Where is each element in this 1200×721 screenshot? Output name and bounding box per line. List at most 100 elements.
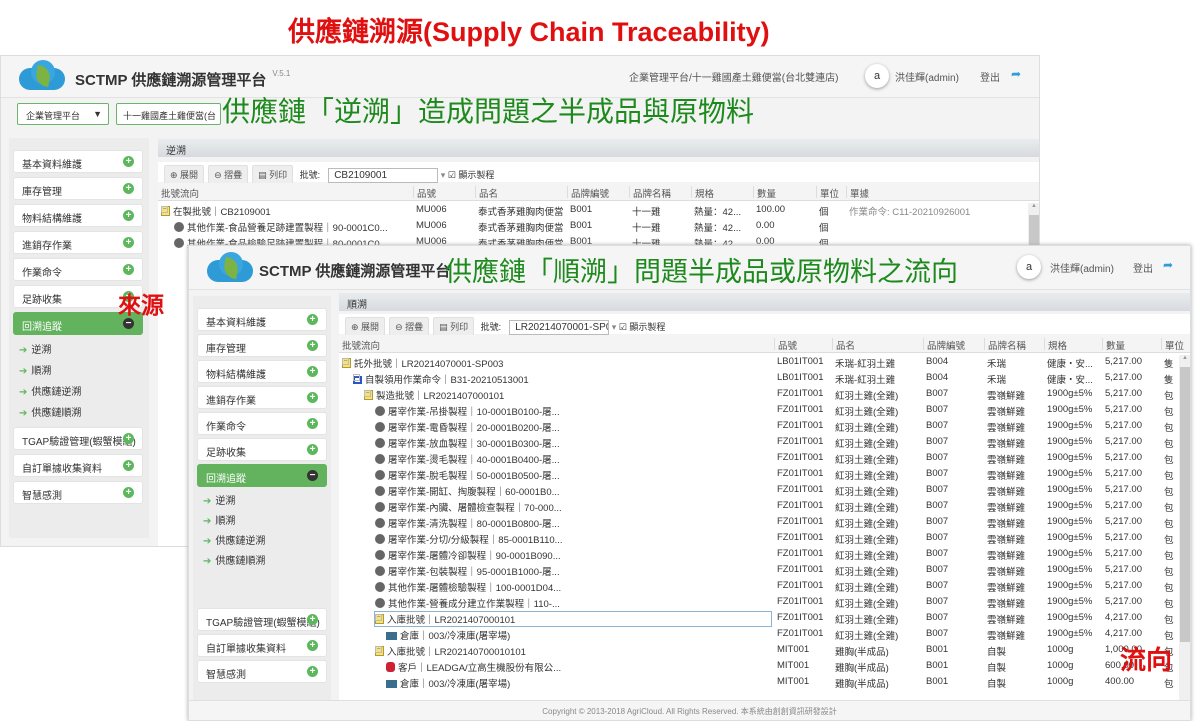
column-header[interactable]: 數量 <box>753 186 776 200</box>
sidebar-subitem[interactable]: ➔ 逆溯 <box>203 492 235 507</box>
scroll-up-icon[interactable]: ▲ <box>1028 203 1039 209</box>
table-row[interactable]: 屠宰作業-吊掛製程｜10-0001B0100-屠... FZ01IT001 紅羽土雞… <box>339 402 1178 418</box>
sidebar-item[interactable]: 自訂單據收集資料 + <box>13 454 143 477</box>
column-header[interactable]: 品牌編號 <box>567 186 609 200</box>
collapse-button[interactable]: ⊖ 摺疊 <box>208 165 249 184</box>
column-header[interactable]: 規格 <box>691 186 714 200</box>
table-row[interactable]: − 託外批號｜LR20214070001-SP003 LB01IT001 禾瑞-紅羽土… <box>339 354 1178 370</box>
column-header[interactable]: 品號 <box>413 186 436 200</box>
column-header[interactable]: 品牌名稱 <box>629 186 671 200</box>
logout-link[interactable]: 登出 <box>1133 260 1153 275</box>
sidebar-subitem[interactable]: ➔ 供應鏈逆溯 <box>203 532 265 547</box>
tree-node[interactable]: 其他作業-屠體檢驗製程｜100-0001D04... <box>375 580 771 594</box>
sidebar-subitem[interactable]: ➔ 順溯 <box>203 512 235 527</box>
sidebar-item[interactable]: 庫存管理 + <box>13 177 143 200</box>
tree-node[interactable]: − 入庫批號｜LR202140700010101 <box>375 644 771 658</box>
sidebar-item[interactable]: 智慧感測 + <box>197 660 327 683</box>
table-row[interactable]: 倉庫｜003/冷凍庫(屠宰場) MIT001 雞胸(半成品) B001 自製 1000g 4… <box>339 674 1178 690</box>
expand-button[interactable]: ⊕ 展開 <box>345 317 386 336</box>
tree-node[interactable]: 屠宰作業-分切/分級製程｜85-0001B110... <box>375 532 771 546</box>
print-button[interactable]: ▤ 列印 <box>433 317 475 336</box>
table-row[interactable]: 屠宰作業-放血製程｜30-0001B0300-屠... FZ01IT001 紅羽土雞… <box>339 434 1178 450</box>
collapse-toggle-icon[interactable]: − <box>375 646 382 653</box>
tree-node[interactable]: − 製造批號｜LR2021407000101 <box>364 388 771 402</box>
column-header[interactable]: 品號 <box>774 338 797 352</box>
sidebar-item[interactable]: 足跡收集 + <box>197 438 327 461</box>
column-header[interactable]: 規格 <box>1044 338 1067 352</box>
column-header[interactable]: 品牌名稱 <box>984 338 1026 352</box>
table-row[interactable]: − 在製批號｜CB2109001 MU006 泰式香茅雞胸肉便當 B001 十一雞 熱量：4… <box>158 202 1027 218</box>
vertical-scrollbar[interactable]: ▲ <box>1179 355 1190 700</box>
table-row[interactable]: 倉庫｜003/冷凍庫(屠宰場) FZ01IT001 紅羽土雞(全雞) B007 雲嶺鮮雞… <box>339 626 1178 642</box>
table-row[interactable]: 屠宰作業-燙毛製程｜40-0001B0400-屠... FZ01IT001 紅羽土雞… <box>339 450 1178 466</box>
sidebar-subitem[interactable]: ➔ 供應鏈順溯 <box>203 552 265 567</box>
table-row[interactable]: 其他作業-食品營養足跡建置製程｜90-0001C0... MU006 泰式香茅雞胸肉… <box>158 218 1027 234</box>
sidebar-item[interactable]: 智慧感測 + <box>13 481 143 504</box>
tree-node[interactable]: 屠宰作業-放血製程｜30-0001B0300-屠... <box>375 436 771 450</box>
table-row[interactable]: 屠宰作業-開缸、掏腹製程｜60-0001B0... FZ01IT001 紅羽土雞(全… <box>339 482 1178 498</box>
sidebar-item[interactable]: 自訂單據收集資料 + <box>197 634 327 657</box>
table-row[interactable]: 屠宰作業-脫毛製程｜50-0001B0500-屠... FZ01IT001 紅羽土雞… <box>339 466 1178 482</box>
column-header[interactable]: 品牌編號 <box>923 338 965 352</box>
logout-link[interactable]: 登出 <box>980 69 1000 84</box>
sidebar-subitem[interactable]: ➔ 供應鏈逆溯 <box>19 383 81 398</box>
avatar[interactable]: a <box>1017 255 1041 279</box>
table-row[interactable]: − 入庫批號｜LR2021407000101 FZ01IT001 紅羽土雞(全雞) B0… <box>339 610 1178 627</box>
tree-node[interactable]: 屠宰作業-脫毛製程｜50-0001B0500-屠... <box>375 468 771 482</box>
sidebar-item[interactable]: TGAP驗證管理(蝦蟹模組) + <box>197 608 327 631</box>
collapse-button[interactable]: ⊖ 摺疊 <box>389 317 430 336</box>
tree-node[interactable]: 屠宰作業-燙毛製程｜40-0001B0400-屠... <box>375 452 771 466</box>
tree-node[interactable]: 其他作業-營養成分建立作業製程｜110-... <box>375 596 771 610</box>
sidebar-item[interactable]: 作業命令 + <box>197 412 327 435</box>
tree-node[interactable]: 屠宰作業-吊掛製程｜10-0001B0100-屠... <box>375 404 771 418</box>
column-header[interactable]: 數量 <box>1102 338 1125 352</box>
collapse-toggle-icon[interactable]: − <box>161 206 168 213</box>
table-row[interactable]: 其他作業-營養成分建立作業製程｜110-... FZ01IT001 紅羽土雞(全雞)… <box>339 594 1178 610</box>
scroll-up-icon[interactable]: ▲ <box>1179 355 1190 361</box>
table-row[interactable]: − 製造批號｜LR2021407000101 FZ01IT001 紅羽土雞(全雞) B0… <box>339 386 1178 402</box>
table-row[interactable]: 屠宰作業-清洗製程｜80-0001B0800-屠... FZ01IT001 紅羽土雞… <box>339 514 1178 530</box>
column-header[interactable]: 品名 <box>832 338 855 352</box>
logout-arrow-icon[interactable]: ➦ <box>1163 258 1173 272</box>
table-row[interactable]: − 自製領用作業命令｜B31-20210513001 LB01IT001 禾瑞-紅羽土… <box>339 370 1178 386</box>
sidebar-item[interactable]: 物料結構維護 + <box>13 204 143 227</box>
tree-node[interactable]: 屠宰作業-屠體冷卻製程｜90-0001B090... <box>375 548 771 562</box>
tree-node[interactable]: 其他作業-食品營養足跡建置製程｜90-0001C0... <box>174 220 410 234</box>
logout-arrow-icon[interactable]: ➦ <box>1011 67 1021 81</box>
tree-node[interactable]: 倉庫｜003/冷凍庫(屠宰場) <box>386 676 771 690</box>
tree-node[interactable]: − 自製領用作業命令｜B31-20210513001 <box>353 372 771 386</box>
column-header[interactable]: 批號流向 <box>158 186 199 200</box>
tree-node[interactable]: − 入庫批號｜LR2021407000101 <box>374 611 772 627</box>
tree-node[interactable]: 屠宰作業-內臟、屠體檢查製程｜70-000... <box>375 500 771 514</box>
column-header[interactable]: 批號流向 <box>339 338 380 352</box>
expand-button[interactable]: ⊕ 展開 <box>164 165 205 184</box>
batch-select[interactable]: CB2109001 <box>328 168 439 184</box>
tree-node[interactable]: 屠宰作業-清洗製程｜80-0001B0800-屠... <box>375 516 771 530</box>
scrollbar-thumb[interactable] <box>1180 367 1190 642</box>
tree-node[interactable]: − 在製批號｜CB2109001 <box>161 204 410 218</box>
table-row[interactable]: 客戶｜LEADGA/立高生機股份有限公... MIT001 雞胸(半成品) B001 自… <box>339 658 1178 674</box>
avatar[interactable]: a <box>865 64 889 88</box>
collapse-toggle-icon[interactable]: − <box>353 374 360 381</box>
sidebar-item[interactable]: 庫存管理 + <box>197 334 327 357</box>
tree-node[interactable]: 屠宰作業-包裝製程｜95-0001B1000-屠... <box>375 564 771 578</box>
collapse-toggle-icon[interactable]: − <box>364 390 371 397</box>
sidebar-item-active[interactable]: 回溯追蹤 − <box>197 464 327 487</box>
column-header[interactable]: 單位 <box>816 186 839 200</box>
collapse-toggle-icon[interactable]: − <box>342 358 349 365</box>
sidebar-subitem[interactable]: ➔ 逆溯 <box>19 341 51 356</box>
document-link[interactable]: 作業命令: C11-20210926001 <box>849 204 970 218</box>
tree-node[interactable]: 屠宰作業-電昏製程｜20-0001B0200-屠... <box>375 420 771 434</box>
sidebar-item[interactable]: TGAP驗證管理(蝦蟹模組) + <box>13 427 143 450</box>
show-process-checkbox[interactable]: ☑ 顯示製程 <box>619 322 666 332</box>
tree-node[interactable]: 客戶｜LEADGA/立高生機股份有限公... <box>386 660 771 674</box>
sidebar-item[interactable]: 基本資料維護 + <box>197 308 327 331</box>
sidebar-item[interactable]: 基本資料維護 + <box>13 150 143 173</box>
sidebar-item[interactable]: 進銷存作業 + <box>13 231 143 254</box>
table-row[interactable]: − 入庫批號｜LR202140700010101 MIT001 雞胸(半成品) B001… <box>339 642 1178 658</box>
batch-select[interactable]: LR20214070001-SP003 <box>509 320 610 336</box>
column-header[interactable]: 品名 <box>475 186 498 200</box>
show-process-checkbox[interactable]: ☑ 顯示製程 <box>448 170 495 180</box>
sidebar-item[interactable]: 物料結構維護 + <box>197 360 327 383</box>
sidebar-subitem[interactable]: ➔ 順溯 <box>19 362 51 377</box>
